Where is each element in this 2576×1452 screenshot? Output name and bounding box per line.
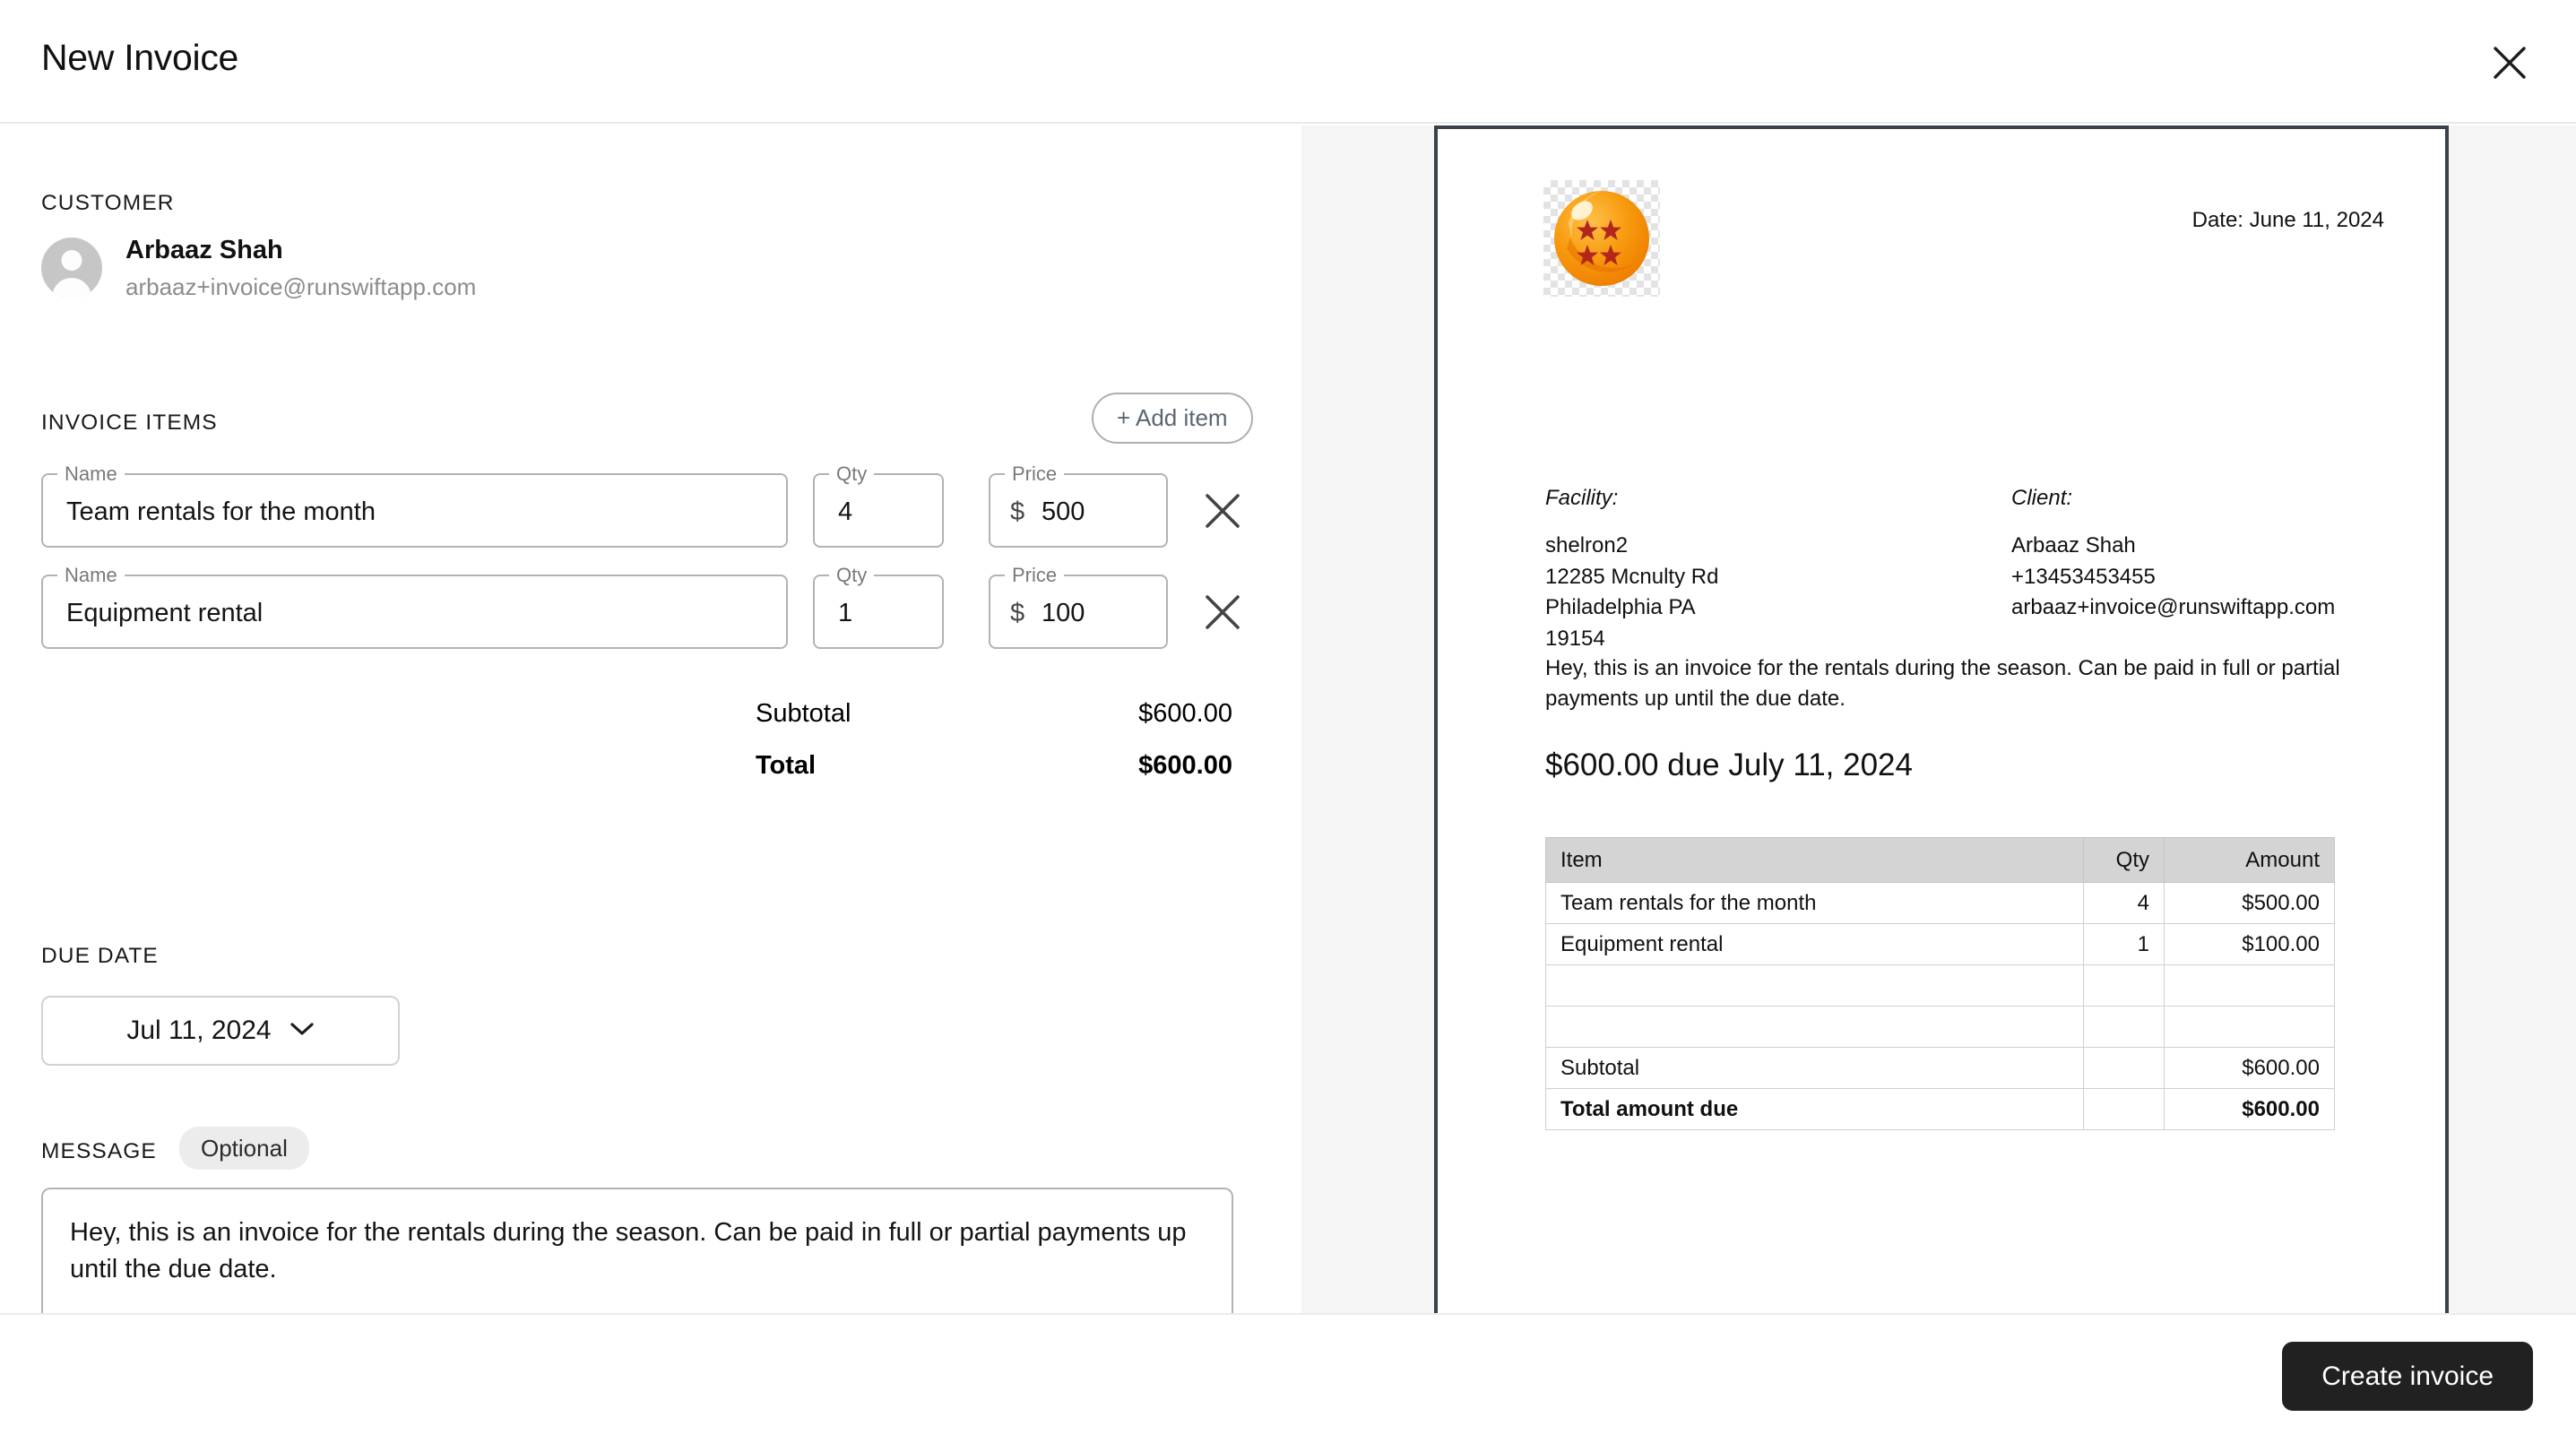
optional-badge: Optional [179, 1127, 309, 1170]
cell-qty: 4 [2083, 882, 2165, 924]
cell-amount: $100.00 [2164, 923, 2335, 965]
invoice-preview-panel: Date: June 11, 2024 Facility: shelron2 1… [1301, 125, 2576, 1313]
page-title: New Invoice [41, 37, 239, 78]
cell-qty: 1 [2083, 923, 2165, 965]
customer-email: arbaaz+invoice@runswiftapp.com [125, 272, 477, 300]
cell-item [1545, 1006, 2084, 1048]
client-line: Arbaaz Shah [2011, 533, 2136, 557]
cell-amount [2164, 1006, 2335, 1048]
item-qty-value: 4 [838, 497, 853, 526]
due-date-select[interactable]: Jul 11, 2024 [41, 996, 400, 1066]
invoice-document: Date: June 11, 2024 Facility: shelron2 1… [1434, 125, 2449, 1313]
column-header-amount: Amount [2164, 837, 2335, 883]
item-name-input[interactable]: Name Equipment rental [41, 563, 788, 649]
total-qty-spacer [2083, 1088, 2165, 1130]
customer-name: Arbaaz Shah [125, 236, 283, 264]
dragonball-logo-icon [1543, 180, 1660, 297]
remove-item-icon[interactable] [1202, 490, 1243, 532]
remove-item-icon[interactable] [1202, 592, 1243, 633]
item-qty-input[interactable]: Qty 1 [813, 563, 944, 649]
subtotal-label: Subtotal [756, 699, 851, 728]
total-value: $600.00 [1138, 751, 1232, 780]
item-qty-value: 1 [838, 599, 853, 627]
close-icon[interactable] [2486, 39, 2533, 86]
create-invoice-button[interactable]: Create invoice [2282, 1342, 2533, 1411]
due-date-value: Jul 11, 2024 [126, 1016, 272, 1045]
add-item-button[interactable]: + Add item [1092, 393, 1253, 444]
cell-item: Equipment rental [1545, 923, 2084, 965]
currency-symbol: $ [1010, 599, 1025, 627]
item-price-value: 100 [1042, 599, 1085, 627]
invoice-item-row: Name Team rentals for the month Qty 4 Pr… [41, 462, 1240, 548]
cell-qty [2083, 1006, 2165, 1048]
subtotal-amount: $600.00 [2164, 1047, 2335, 1089]
facility-line: Philadelphia PA [1545, 595, 1696, 620]
column-header-qty: Qty [2083, 837, 2165, 883]
invoice-note: Hey, this is an invoice for the rentals … [1545, 656, 2340, 712]
subtotal-qty-spacer [2083, 1047, 2165, 1089]
client-line: arbaaz+invoice@runswiftapp.com [2011, 595, 2336, 620]
invoice-date: Date: June 11, 2024 [2191, 208, 2384, 232]
cell-item: Team rentals for the month [1545, 882, 2084, 924]
cell-amount: $500.00 [2164, 882, 2335, 924]
table-row [1545, 964, 2335, 1007]
invoice-due-heading: $600.00 due July 11, 2024 [1545, 748, 1913, 782]
item-price-value: 500 [1042, 497, 1085, 526]
message-section-label: MESSAGE [41, 1139, 157, 1163]
facility-block: Facility: shelron2 12285 Mcnulty Rd Phil… [1545, 486, 1718, 654]
table-row: Equipment rental 1 $100.00 [1545, 923, 2335, 965]
item-name-value: Equipment rental [66, 599, 264, 627]
item-name-value: Team rentals for the month [66, 497, 376, 526]
facility-line: 19154 [1545, 626, 1605, 651]
subtotal-label: Subtotal [1545, 1047, 2084, 1089]
facility-title: Facility: [1545, 486, 1619, 510]
dialog-footer: Create invoice [0, 1313, 2576, 1452]
total-label: Total [756, 751, 817, 780]
item-price-input[interactable]: Price $ 100 [989, 563, 1168, 649]
table-row: Team rentals for the month 4 $500.00 [1545, 882, 2335, 924]
cell-qty [2083, 964, 2165, 1007]
invoice-line-items-table: Item Qty Amount Team rentals for the mon… [1545, 837, 2335, 1130]
chevron-down-icon [290, 1021, 315, 1041]
table-header-row: Item Qty Amount [1545, 837, 2335, 883]
client-line: +13453453455 [2011, 564, 2156, 589]
item-name-input[interactable]: Name Team rentals for the month [41, 462, 788, 548]
invoice-items-section-label: INVOICE ITEMS [41, 411, 218, 435]
table-subtotal-row: Subtotal $600.00 [1545, 1047, 2335, 1089]
customer-section-label: CUSTOMER [41, 191, 175, 215]
facility-line: 12285 Mcnulty Rd [1545, 564, 1719, 589]
subtotal-value: $600.00 [1138, 699, 1232, 728]
total-amount: $600.00 [2164, 1088, 2335, 1130]
cell-item [1545, 964, 2084, 1007]
avatar [41, 237, 102, 298]
due-date-section-label: DUE DATE [41, 944, 159, 968]
table-total-row: Total amount due $600.00 [1545, 1088, 2335, 1130]
currency-symbol: $ [1010, 497, 1025, 526]
new-invoice-dialog: New Invoice CUSTOMER Arbaaz Shah arbaaz+… [0, 0, 2576, 1452]
invoice-form-panel: CUSTOMER Arbaaz Shah arbaaz+invoice@runs… [0, 125, 1301, 1431]
column-header-item: Item [1545, 837, 2084, 883]
dialog-header: New Invoice [0, 0, 2576, 124]
item-price-input[interactable]: Price $ 500 [989, 462, 1168, 548]
invoice-item-row: Name Equipment rental Qty 1 Price $ 100 [41, 563, 1240, 649]
total-label: Total amount due [1545, 1088, 2084, 1130]
facility-line: shelron2 [1545, 533, 1629, 557]
cell-amount [2164, 964, 2335, 1007]
customer-summary[interactable]: Arbaaz Shah arbaaz+invoice@runswiftapp.c… [41, 235, 476, 301]
item-qty-input[interactable]: Qty 4 [813, 462, 944, 548]
client-block: Client: Arbaaz Shah +13453453455 arbaaz+… [2011, 486, 2335, 624]
client-title: Client: [2011, 486, 2073, 510]
table-row [1545, 1006, 2335, 1048]
